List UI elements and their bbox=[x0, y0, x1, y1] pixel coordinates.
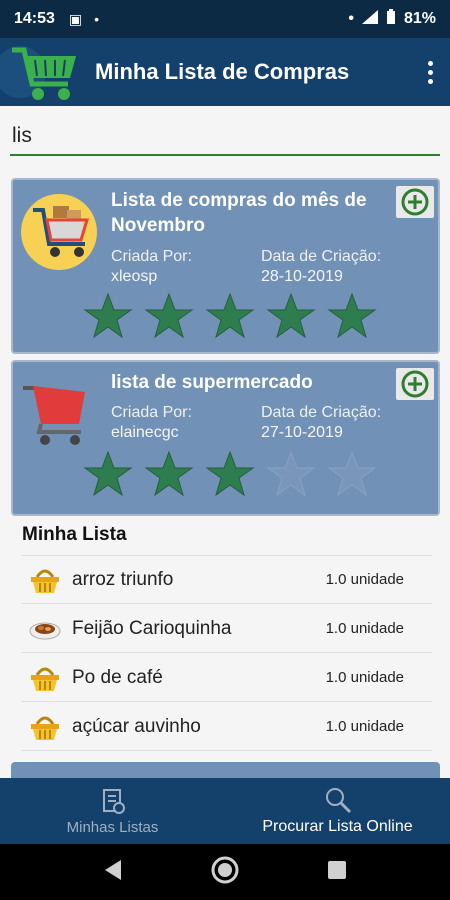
home-icon[interactable] bbox=[210, 855, 240, 890]
creation-date-label: Data de Criação: bbox=[261, 248, 382, 265]
system-navigation-bar bbox=[0, 844, 450, 900]
creation-date-value: 27-10-2019 bbox=[261, 424, 343, 441]
star-filled-icon[interactable] bbox=[266, 292, 316, 340]
app-bar: Minha Lista de Compras bbox=[0, 38, 450, 106]
star-empty-icon[interactable] bbox=[266, 450, 316, 498]
list-item[interactable]: arroz triunfo 1.0 unidade bbox=[22, 556, 432, 604]
list-item[interactable]: Feijão Carioquinha 1.0 unidade bbox=[22, 605, 432, 653]
online-list-card[interactable]: Lista de compras do mês de Novembro Cria… bbox=[11, 178, 440, 354]
notification-dot-icon: • bbox=[94, 11, 100, 27]
list-document-icon bbox=[102, 788, 125, 814]
item-quantity: 1.0 unidade bbox=[325, 620, 404, 637]
battery-level: 81% bbox=[403, 10, 436, 27]
plus-circle-icon bbox=[401, 188, 429, 216]
online-list-card[interactable]: lista de supermercado Criada Por: elaine… bbox=[11, 360, 440, 516]
star-filled-icon[interactable] bbox=[327, 292, 377, 340]
item-quantity: 1.0 unidade bbox=[325, 669, 404, 686]
item-quantity: 1.0 unidade bbox=[325, 718, 404, 735]
basket-icon bbox=[28, 565, 62, 595]
status-bar: 14:53 ▣ • • 81% bbox=[0, 0, 450, 38]
shopping-cart-logo-icon bbox=[0, 38, 80, 106]
shopping-cart-icon bbox=[19, 374, 99, 454]
back-icon[interactable] bbox=[103, 859, 123, 886]
item-name: Po de café bbox=[72, 666, 163, 688]
star-filled-icon[interactable] bbox=[83, 292, 133, 340]
gallery-notification-icon: ▣ bbox=[68, 10, 83, 27]
item-quantity: 1.0 unidade bbox=[325, 571, 404, 588]
content-area[interactable]: Lista de compras do mês de Novembro Cria… bbox=[0, 172, 450, 778]
list-title: Lista de compras do mês de Novembro bbox=[111, 190, 367, 236]
search-input[interactable] bbox=[12, 124, 440, 148]
list-item[interactable]: Po de café 1.0 unidade bbox=[22, 654, 432, 702]
star-filled-icon[interactable] bbox=[144, 450, 194, 498]
item-name: Feijão Carioquinha bbox=[72, 617, 232, 639]
recents-icon[interactable] bbox=[327, 860, 347, 885]
item-name: arroz triunfo bbox=[72, 568, 174, 590]
star-filled-icon[interactable] bbox=[83, 450, 133, 498]
rating-stars[interactable] bbox=[83, 292, 377, 340]
star-filled-icon[interactable] bbox=[205, 450, 255, 498]
add-list-button[interactable] bbox=[396, 368, 434, 400]
plus-circle-icon bbox=[401, 370, 429, 398]
cart-boxes-icon bbox=[19, 192, 99, 272]
created-by-value: xleosp bbox=[111, 268, 158, 285]
status-time: 14:53 bbox=[14, 10, 55, 27]
creation-date-value: 28-10-2019 bbox=[261, 268, 343, 285]
star-empty-icon[interactable] bbox=[327, 450, 377, 498]
star-filled-icon[interactable] bbox=[144, 292, 194, 340]
basket-icon bbox=[28, 712, 62, 742]
tab-procurar-lista-online[interactable]: Procurar Lista Online bbox=[225, 778, 450, 844]
created-by-label: Criada Por: bbox=[111, 248, 192, 265]
basket-icon bbox=[28, 663, 62, 693]
tab-label: Minhas Listas bbox=[66, 818, 159, 836]
search-icon bbox=[325, 788, 351, 814]
creation-date-label: Data de Criação: bbox=[261, 404, 382, 421]
online-list-card[interactable] bbox=[11, 762, 440, 778]
notification-dot-icon: • bbox=[348, 10, 354, 27]
list-item[interactable]: açúcar auvinho 1.0 unidade bbox=[22, 703, 432, 751]
app-title: Minha Lista de Compras bbox=[95, 59, 350, 84]
created-by-value: elainecgc bbox=[111, 424, 179, 441]
tab-minhas-listas[interactable]: Minhas Listas bbox=[0, 778, 225, 844]
rating-stars[interactable] bbox=[83, 450, 377, 498]
star-filled-icon[interactable] bbox=[205, 292, 255, 340]
beans-plate-icon bbox=[28, 614, 62, 644]
overflow-menu-icon[interactable] bbox=[410, 38, 450, 106]
my-list-heading: Minha Lista bbox=[22, 524, 127, 545]
bottom-navigation: Minhas Listas Procurar Lista Online bbox=[0, 778, 450, 844]
search-field[interactable] bbox=[10, 118, 440, 156]
item-name: açúcar auvinho bbox=[72, 715, 201, 737]
battery-icon bbox=[386, 8, 396, 30]
created-by-label: Criada Por: bbox=[111, 404, 192, 421]
signal-icon bbox=[361, 9, 378, 29]
tab-label: Procurar Lista Online bbox=[262, 818, 413, 835]
list-title: lista de supermercado bbox=[111, 372, 313, 393]
add-list-button[interactable] bbox=[396, 186, 434, 218]
